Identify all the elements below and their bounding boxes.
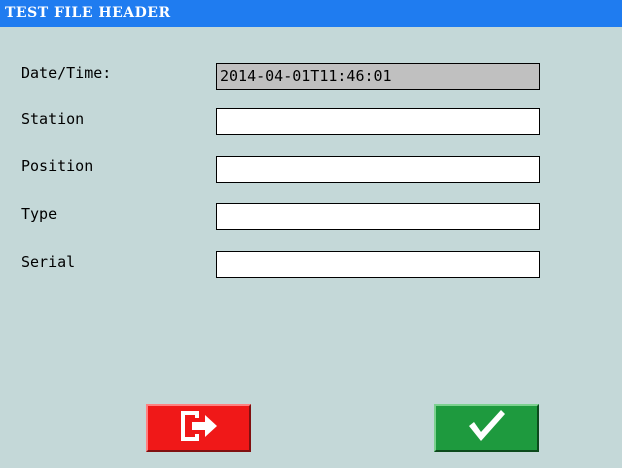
position-input[interactable] (216, 156, 540, 183)
datetime-label: Date/Time: (21, 64, 112, 82)
type-input[interactable] (216, 203, 540, 230)
type-label: Type (21, 205, 58, 223)
confirm-button[interactable] (434, 404, 539, 452)
window-title: TEST FILE HEADER (0, 0, 622, 27)
serial-input[interactable] (216, 251, 540, 278)
exit-icon (177, 408, 221, 448)
datetime-field: 2014-04-01T11:46:01 (216, 63, 540, 90)
serial-label: Serial (21, 253, 76, 271)
station-input[interactable] (216, 108, 540, 135)
position-label: Position (21, 157, 94, 175)
checkmark-icon (465, 407, 509, 449)
exit-button[interactable] (146, 404, 251, 452)
station-label: Station (21, 110, 85, 128)
